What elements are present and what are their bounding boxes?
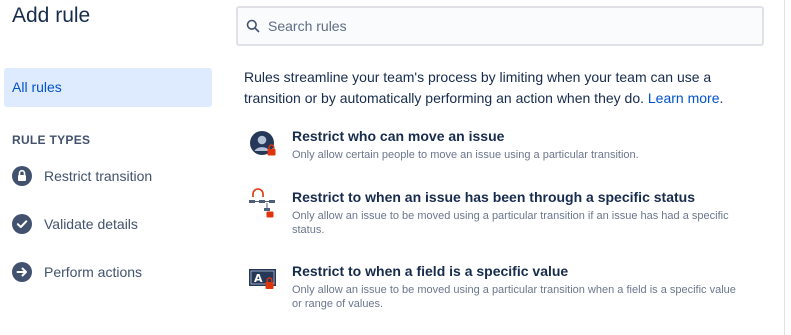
svg-text:A: A <box>254 272 263 285</box>
sidebar-item-label: Perform actions <box>44 264 143 280</box>
rule-option-restrict-status[interactable]: Restrict to when an issue has been throu… <box>248 188 742 237</box>
sidebar-item-label: Restrict transition <box>44 168 153 184</box>
intro-body: Rules streamline your team's process by … <box>244 69 712 106</box>
learn-more-link[interactable]: Learn more <box>648 90 720 106</box>
sidebar-item-perform-actions[interactable]: Perform actions <box>12 260 142 284</box>
scrollbar-track[interactable] <box>784 0 785 335</box>
field-lock-icon: A <box>248 262 278 292</box>
person-lock-icon <box>248 127 278 157</box>
intro-period: . <box>719 90 724 106</box>
rule-option-restrict-who[interactable]: Restrict who can move an issue Only allo… <box>248 127 742 162</box>
arrow-right-circle-icon <box>12 262 32 282</box>
rule-option-restrict-field[interactable]: A Restrict to when a field is a specific… <box>248 262 742 311</box>
sidebar-item-validate-details[interactable]: Validate details <box>12 212 138 236</box>
check-circle-icon <box>12 214 32 234</box>
lock-icon <box>12 166 32 186</box>
workflow-lock-icon <box>248 188 278 218</box>
page-title: Add rule <box>12 4 91 27</box>
rule-description: Only allow an issue to be moved using a … <box>292 210 729 236</box>
intro-text: Rules streamline your team's process by … <box>244 67 744 109</box>
sidebar-item-restrict-transition[interactable]: Restrict transition <box>12 164 152 188</box>
search-box[interactable] <box>236 6 764 46</box>
search-icon <box>246 19 260 33</box>
search-input[interactable] <box>266 17 762 35</box>
rule-description: Only allow certain people to move an iss… <box>292 149 639 161</box>
section-heading: RULE TYPES <box>12 133 91 147</box>
rule-title: Restrict who can move an issue <box>292 128 505 144</box>
sidebar-item-all-rules[interactable]: All rules <box>4 68 212 107</box>
rule-title: Restrict to when a field is a specific v… <box>292 263 569 279</box>
sidebar-item-label: Validate details <box>44 216 138 232</box>
rule-title: Restrict to when an issue has been throu… <box>292 189 695 205</box>
rule-description: Only allow an issue to be moved using a … <box>292 284 736 310</box>
